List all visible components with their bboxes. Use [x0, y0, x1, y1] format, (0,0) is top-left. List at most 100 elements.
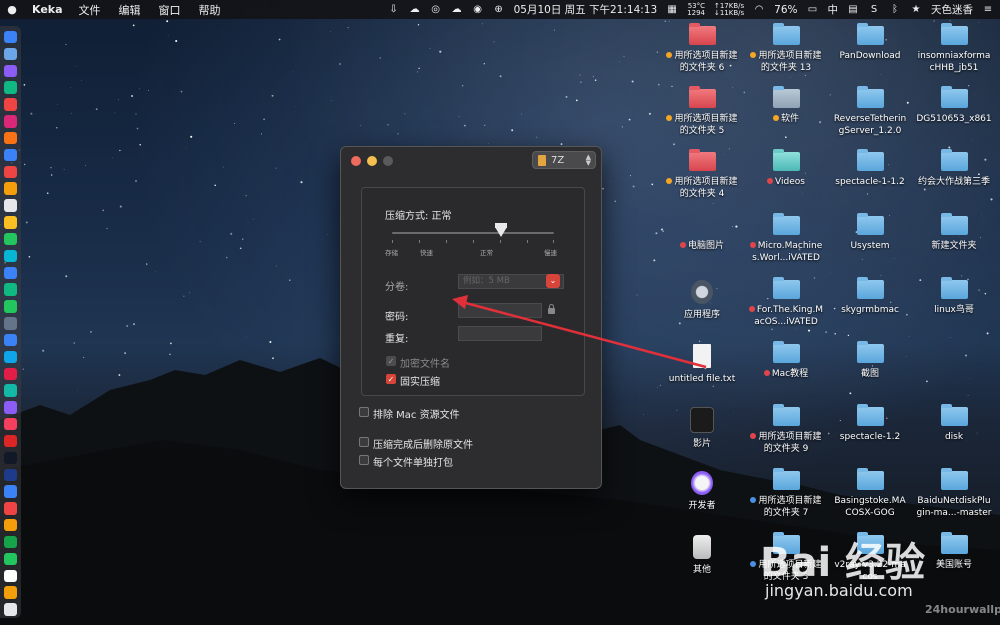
- dock-app-icon[interactable]: [4, 434, 17, 448]
- desktop-item[interactable]: DG510653_x861: [916, 86, 992, 125]
- dock-app-icon[interactable]: [4, 384, 17, 397]
- desktop-item[interactable]: BaiduNetdiskPlugin-ma...-master: [916, 468, 992, 519]
- desktop-item[interactable]: For.The.King.MacOS...iVATED: [748, 277, 824, 328]
- desktop-item[interactable]: untitled file.txt: [664, 344, 740, 385]
- dock-app-icon[interactable]: [4, 47, 17, 61]
- desktop-item[interactable]: Usystem: [832, 213, 908, 252]
- dock-app-icon[interactable]: [4, 131, 17, 145]
- dock-app-icon[interactable]: [4, 317, 17, 330]
- zoom-button[interactable]: [383, 156, 393, 166]
- solid-compress-checkbox[interactable]: ✓: [386, 374, 396, 384]
- wifi-icon[interactable]: ◠: [753, 4, 765, 15]
- desktop-item[interactable]: 用所选项目新建的文件夹 7: [748, 468, 824, 519]
- bluetooth-icon[interactable]: ᛒ: [889, 4, 901, 15]
- menu-edit[interactable]: 编辑: [119, 2, 141, 18]
- display-icon[interactable]: ▤: [847, 4, 859, 15]
- snap-icon[interactable]: S: [868, 4, 880, 15]
- app-menu[interactable]: Keka: [32, 3, 63, 16]
- desktop-item[interactable]: 约会大作战第三季: [916, 149, 992, 188]
- desktop-item[interactable]: ReverseTetheringServer_1.2.0: [832, 86, 908, 137]
- dock-app-icon[interactable]: [4, 165, 17, 179]
- cloud-icon[interactable]: ☁: [451, 4, 463, 15]
- desktop-item[interactable]: spectacle-1.2: [832, 404, 908, 443]
- desktop-item[interactable]: 软件: [748, 86, 824, 125]
- dock-app-icon[interactable]: [4, 603, 17, 616]
- desktop-item[interactable]: 用所选项目新建的文件夹 4: [664, 149, 740, 200]
- dock-app-icon[interactable]: [4, 115, 17, 128]
- minimize-button[interactable]: [367, 156, 377, 166]
- download-icon[interactable]: ⇩: [388, 4, 400, 15]
- dock-app-icon[interactable]: [4, 232, 17, 246]
- compass-icon[interactable]: ◎: [430, 4, 442, 15]
- menu-help[interactable]: 帮助: [199, 2, 221, 18]
- user-name[interactable]: 天色迷香: [931, 2, 973, 17]
- dock-app-icon[interactable]: [4, 401, 17, 414]
- password-field[interactable]: [458, 303, 542, 318]
- menu-window[interactable]: 窗口: [159, 2, 181, 18]
- dock-app-icon[interactable]: [4, 552, 17, 566]
- grid-icon[interactable]: ▦: [666, 4, 678, 15]
- desktop-item[interactable]: Mac教程: [748, 341, 824, 380]
- wechat-icon[interactable]: ◉: [472, 4, 484, 15]
- globe-icon[interactable]: ⊕: [493, 4, 505, 15]
- desktop-item[interactable]: 电脑图片: [664, 216, 740, 252]
- dock-app-icon[interactable]: [4, 31, 17, 44]
- desktop-item[interactable]: disk: [916, 404, 992, 443]
- desktop-item[interactable]: 影片: [664, 407, 740, 450]
- input-method[interactable]: 中: [828, 2, 839, 17]
- dock-app-icon[interactable]: [4, 199, 17, 212]
- desktop-item[interactable]: spectacle-1-1.2: [832, 149, 908, 188]
- dock-app-icon[interactable]: [4, 81, 17, 94]
- desktop-item[interactable]: 其他: [664, 535, 740, 576]
- dock-app-icon[interactable]: [4, 333, 17, 347]
- dock-app-icon[interactable]: [4, 216, 17, 229]
- datetime-clock[interactable]: 05月10日 周五 下午21:14:13: [514, 2, 658, 17]
- dock-app-icon[interactable]: [4, 418, 17, 431]
- desktop-item[interactable]: 开发者: [664, 471, 740, 512]
- dock-app-icon[interactable]: [4, 266, 17, 280]
- list-icon[interactable]: ≡: [982, 4, 994, 15]
- desktop-item[interactable]: skygrmbmac: [832, 277, 908, 316]
- dock-app-icon[interactable]: [4, 519, 17, 532]
- dock-app-icon[interactable]: [4, 451, 17, 465]
- desktop-item[interactable]: 用所选项目新建的文件夹 9: [748, 404, 824, 455]
- desktop-item[interactable]: Videos: [748, 149, 824, 188]
- dock-app-icon[interactable]: [4, 350, 17, 364]
- split-dropdown-button[interactable]: ⌄: [546, 274, 560, 288]
- dock-app-icon[interactable]: [4, 182, 17, 195]
- dock-app-icon[interactable]: [4, 535, 17, 549]
- desktop-item[interactable]: Micro.Machines.Worl...iVATED: [748, 213, 824, 264]
- dock-app-icon[interactable]: [4, 485, 17, 498]
- dock-app-icon[interactable]: [4, 283, 17, 296]
- compression-slider-track[interactable]: [392, 232, 554, 234]
- dock-app-icon[interactable]: [4, 64, 17, 78]
- desktop-item[interactable]: PanDownload: [832, 23, 908, 62]
- battery-percent[interactable]: 76%: [774, 4, 797, 16]
- dock-app-icon[interactable]: [4, 502, 17, 515]
- desktop-item[interactable]: insomniaxformacHHB_jb51: [916, 23, 992, 74]
- delete-after-checkbox[interactable]: [359, 437, 369, 447]
- close-button[interactable]: [351, 156, 361, 166]
- dock-app-icon[interactable]: [4, 586, 17, 599]
- ghost-icon[interactable]: ☁: [409, 4, 421, 15]
- desktop-item[interactable]: 新建文件夹: [916, 213, 992, 252]
- dock-app-icon[interactable]: [4, 249, 17, 263]
- dock-app-icon[interactable]: [4, 468, 17, 481]
- apple-menu-icon[interactable]: ●: [6, 3, 18, 16]
- desktop-item[interactable]: 截图: [832, 341, 908, 380]
- desktop-item[interactable]: 用所选项目新建的文件夹 6: [664, 23, 740, 74]
- encrypt-names-checkbox[interactable]: ✓: [386, 356, 396, 366]
- dock-app-icon[interactable]: [4, 98, 17, 111]
- menu-file[interactable]: 文件: [79, 2, 101, 18]
- desktop-item[interactable]: 美国账号: [916, 532, 992, 571]
- desktop-item[interactable]: 用所选项目新建的文件夹 13: [748, 23, 824, 74]
- dock-app-icon[interactable]: [4, 569, 17, 582]
- dock-app-icon[interactable]: [4, 148, 17, 162]
- battery-icon[interactable]: ▭: [807, 4, 819, 15]
- repeat-password-field[interactable]: [458, 326, 542, 341]
- exclude-mac-checkbox[interactable]: [359, 407, 369, 417]
- desktop-item[interactable]: Basingstoke.MACOSX-GOG: [832, 468, 908, 519]
- desktop-item[interactable]: 用所选项目新建的文件夹 5: [664, 86, 740, 137]
- star-icon[interactable]: ★: [910, 4, 922, 15]
- each-separately-checkbox[interactable]: [359, 455, 369, 465]
